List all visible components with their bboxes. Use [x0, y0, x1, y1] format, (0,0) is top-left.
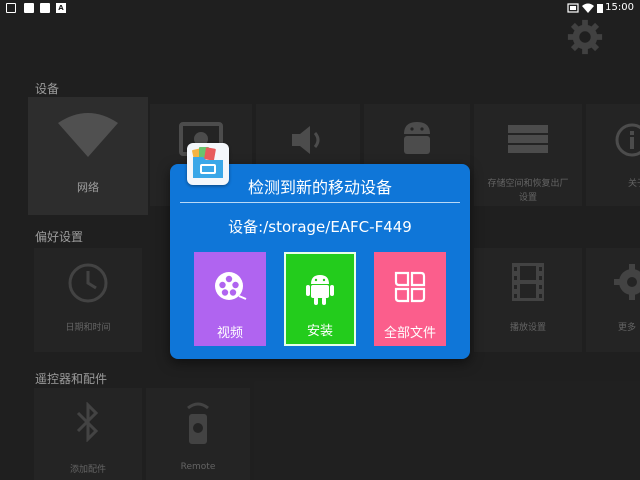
battery-icon	[597, 4, 603, 13]
video-button-label: 视频	[216, 326, 243, 341]
all-files-button-label: 全部文件	[383, 326, 436, 341]
tv-settings-screen: A 15:00 设备 网络 存储空间和恢复出厂 设置 关 偏好设置 日期和时间 …	[0, 0, 640, 480]
clock-time: 15:00	[605, 2, 634, 13]
notification-icon	[24, 3, 34, 13]
file-manager-icon	[192, 147, 223, 178]
file-manager-logo	[187, 143, 229, 185]
status-bar: A 15:00	[0, 0, 640, 16]
notification-icon	[40, 3, 50, 13]
install-button[interactable]: 安装	[284, 252, 356, 346]
wifi-status-icon	[582, 3, 594, 13]
app-notification-icon: A	[56, 3, 66, 13]
install-button-label: 安装	[306, 324, 333, 339]
dialog-divider	[180, 202, 460, 203]
film-reel-icon	[215, 272, 247, 300]
all-files-button[interactable]: 全部文件	[374, 252, 446, 346]
new-device-dialog: 检测到新的移动设备 设备:/storage/EAFC-F449 视频 安装 全部…	[170, 164, 470, 359]
image-notification-icon	[6, 3, 16, 13]
device-path: 设备:/storage/EAFC-F449	[228, 218, 412, 236]
android-icon	[306, 275, 334, 305]
cast-icon	[567, 3, 579, 13]
folder-grid-icon	[394, 271, 426, 303]
video-button[interactable]: 视频	[194, 252, 266, 346]
